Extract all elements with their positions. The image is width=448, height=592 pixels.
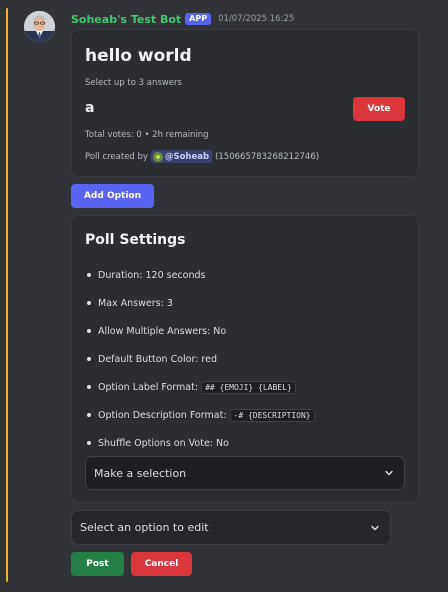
cancel-button[interactable]: Cancel bbox=[131, 552, 192, 576]
mention-avatar-icon bbox=[152, 151, 163, 162]
poll-answer: a bbox=[85, 100, 95, 116]
poll-embed: hello world Select up to 3 answers a Vot… bbox=[71, 29, 419, 177]
edit-select-placeholder: Select an option to edit bbox=[80, 521, 209, 534]
setting-desc-format: Option Description Format: -# {DESCRIPTI… bbox=[85, 401, 405, 429]
message-timestamp: 01/07/2025 16:25 bbox=[218, 14, 295, 24]
setting-label-format-text: Option Label Format: bbox=[98, 381, 199, 393]
app-badge: APP bbox=[185, 13, 212, 25]
mention-name: @Soheab bbox=[164, 151, 210, 162]
poll-total-votes: Total votes: 0 • 2h remaining bbox=[85, 130, 209, 140]
message-highlight-bar bbox=[6, 8, 8, 582]
add-option-button[interactable]: Add Option bbox=[71, 184, 154, 208]
setting-shuffle: Shuffle Options on Vote: No bbox=[85, 429, 405, 457]
vote-button[interactable]: Vote bbox=[353, 97, 405, 121]
author-name[interactable]: Soheab's Test Bot bbox=[71, 13, 181, 26]
chevron-down-icon bbox=[385, 470, 393, 476]
settings-select-placeholder: Make a selection bbox=[94, 466, 187, 480]
poll-creator-prefix: Poll created by bbox=[85, 151, 148, 162]
chevron-down-icon bbox=[371, 525, 379, 530]
setting-desc-format-text: Option Description Format: bbox=[98, 409, 227, 421]
post-button[interactable]: Post bbox=[71, 552, 124, 576]
setting-allow-multiple: Allow Multiple Answers: No bbox=[85, 317, 405, 345]
poll-subtitle: Select up to 3 answers bbox=[85, 78, 182, 88]
user-mention[interactable]: @Soheab bbox=[150, 150, 213, 163]
label-format-code: ## {EMOJI} {LABEL} bbox=[201, 380, 296, 394]
setting-duration-text: Duration: 120 seconds bbox=[98, 269, 206, 281]
poll-title: hello world bbox=[85, 46, 192, 66]
setting-allow-multiple-text: Allow Multiple Answers: No bbox=[98, 325, 227, 337]
setting-default-color-text: Default Button Color: red bbox=[98, 353, 218, 365]
setting-duration: Duration: 120 seconds bbox=[85, 261, 405, 289]
creator-id: (150665783268212746) bbox=[215, 151, 320, 162]
setting-max-answers-text: Max Answers: 3 bbox=[98, 297, 173, 309]
edit-option-select-menu[interactable]: Select an option to edit bbox=[71, 510, 391, 545]
poll-creator: Poll created by @Soheab (150665783268212… bbox=[85, 150, 319, 163]
settings-title: Poll Settings bbox=[85, 232, 186, 248]
setting-max-answers: Max Answers: 3 bbox=[85, 289, 405, 317]
message-header: Soheab's Test Bot APP 01/07/2025 16:25 bbox=[71, 11, 294, 27]
settings-select-menu[interactable]: Make a selection bbox=[85, 456, 405, 490]
bot-avatar[interactable] bbox=[24, 11, 55, 42]
settings-list: Duration: 120 seconds Max Answers: 3 All… bbox=[85, 261, 405, 457]
user-avatar-icon bbox=[24, 11, 55, 42]
poll-settings-embed: Poll Settings Duration: 120 seconds Max … bbox=[71, 215, 419, 503]
setting-default-color: Default Button Color: red bbox=[85, 345, 405, 373]
setting-shuffle-text: Shuffle Options on Vote: No bbox=[98, 437, 229, 449]
setting-label-format: Option Label Format: ## {EMOJI} {LABEL} bbox=[85, 373, 405, 401]
desc-format-code: -# {DESCRIPTION} bbox=[229, 408, 315, 422]
